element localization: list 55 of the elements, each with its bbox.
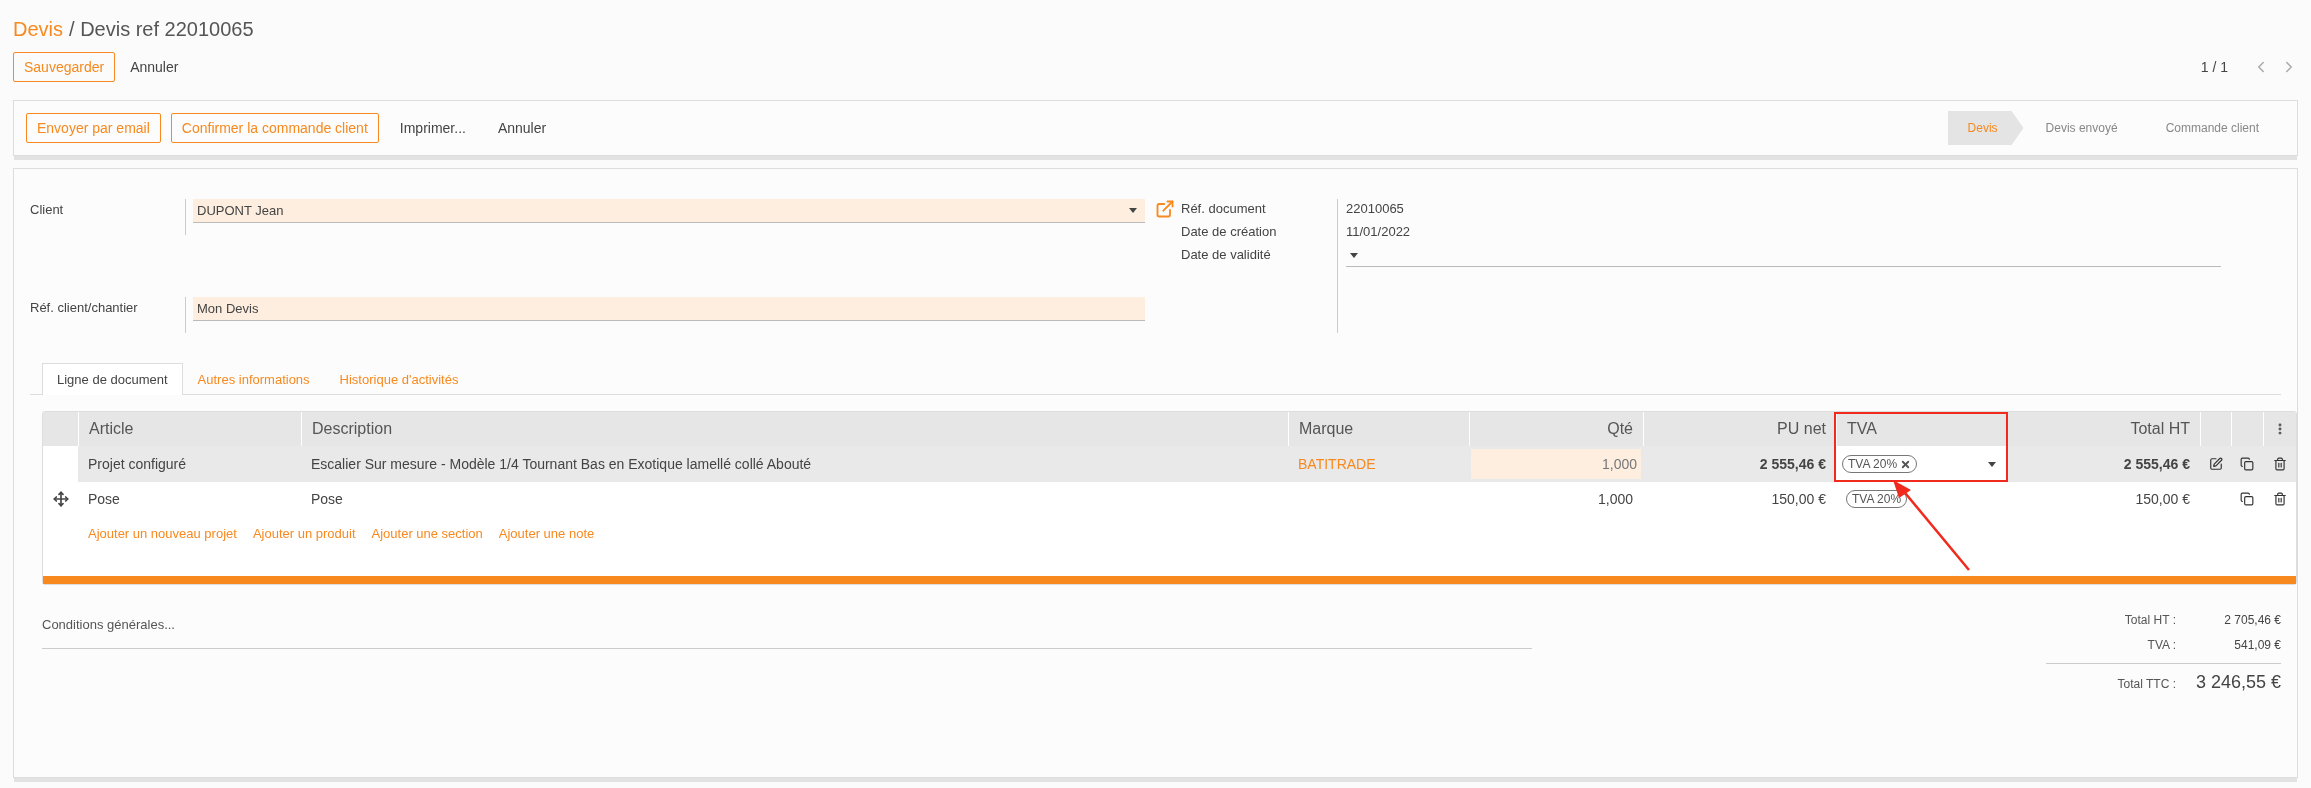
vat-select[interactable]: TVA 20% xyxy=(1836,446,2006,482)
copy-icon[interactable] xyxy=(2240,492,2254,506)
field-value: 11/01/2022 xyxy=(1346,223,1412,241)
total-value: 2 705,46 € xyxy=(2223,613,2281,627)
field-label: Réf. client/chantier xyxy=(30,299,139,317)
delete-icon[interactable] xyxy=(2272,457,2287,471)
total-value: 541,09 € xyxy=(2233,638,2281,652)
breadcrumb-link[interactable]: Devis xyxy=(13,17,63,41)
price: 150,00 € xyxy=(1771,491,1826,507)
status-step[interactable]: Devis xyxy=(1947,111,2024,145)
price: 150,00 € xyxy=(2135,491,2190,507)
action-button[interactable]: Confirmer la commande client xyxy=(170,113,379,143)
cancel-button[interactable]: Annuler xyxy=(119,52,190,82)
status-step[interactable]: Commande client xyxy=(2151,111,2285,145)
field-label: Réf. document xyxy=(1181,200,1267,218)
status-step[interactable]: Devis envoyé xyxy=(2031,111,2144,145)
client-select[interactable]: DUPONT Jean xyxy=(193,199,1145,223)
article-name: Pose xyxy=(88,491,120,507)
price: 2 555,46 € xyxy=(2123,456,2190,472)
quantity-field[interactable]: 1,000 xyxy=(1471,449,1641,479)
description-text: Escalier Sur mesure - Modèle 1/4 Tournant Bas en Exotique lamellé collé Abouté xyxy=(311,456,812,472)
delete-icon[interactable] xyxy=(2272,492,2287,506)
add-link[interactable]: Ajouter un produit xyxy=(252,526,356,576)
add-link[interactable]: Ajouter une section xyxy=(371,526,483,576)
remove-icon[interactable] xyxy=(1900,458,1912,470)
quantity: 1,000 xyxy=(1597,491,1633,507)
field-value: 22010065 xyxy=(1346,200,1405,218)
action-button[interactable]: Envoyer par email xyxy=(26,113,161,143)
pager-count: 1 / 1 xyxy=(2200,59,2228,75)
text-field[interactable]: Mon Devis xyxy=(193,297,1145,321)
price: 2 555,46 € xyxy=(1759,456,1826,472)
tab[interactable]: Autres informations xyxy=(182,363,325,395)
article-name: Projet configuré xyxy=(88,456,187,472)
total-value: 3 246,55 € xyxy=(2194,672,2281,693)
description-text: Pose xyxy=(311,491,343,507)
dropdown-caret-icon[interactable] xyxy=(1988,461,1996,467)
tab[interactable]: Ligne de document xyxy=(42,363,183,395)
save-button[interactable]: Sauvegarder xyxy=(13,52,116,82)
field-label: Date de création xyxy=(1181,223,1278,241)
add-link[interactable]: Ajouter une note xyxy=(498,526,595,576)
page-title: / Devis ref 22010065 xyxy=(69,17,254,41)
copy-icon[interactable] xyxy=(2240,457,2254,471)
total-label: TVA : xyxy=(2146,638,2177,652)
total-label: Total TTC : xyxy=(2116,677,2177,691)
tab[interactable]: Historique d'activités xyxy=(324,363,474,395)
action-button[interactable]: Annuler xyxy=(486,113,558,143)
conditions-field[interactable]: Conditions générales... xyxy=(42,613,1532,649)
field-label: Date de validité xyxy=(1181,246,1272,264)
total-label: Total HT : xyxy=(2123,613,2177,627)
edit-icon[interactable] xyxy=(2208,457,2223,471)
add-link[interactable]: Ajouter un nouveau projet xyxy=(88,526,237,576)
action-button[interactable]: Imprimer... xyxy=(388,113,477,143)
drag-handle-icon[interactable] xyxy=(52,491,69,507)
field-label: Client xyxy=(30,201,65,219)
brand-link[interactable]: BATITRADE xyxy=(1298,456,1376,472)
